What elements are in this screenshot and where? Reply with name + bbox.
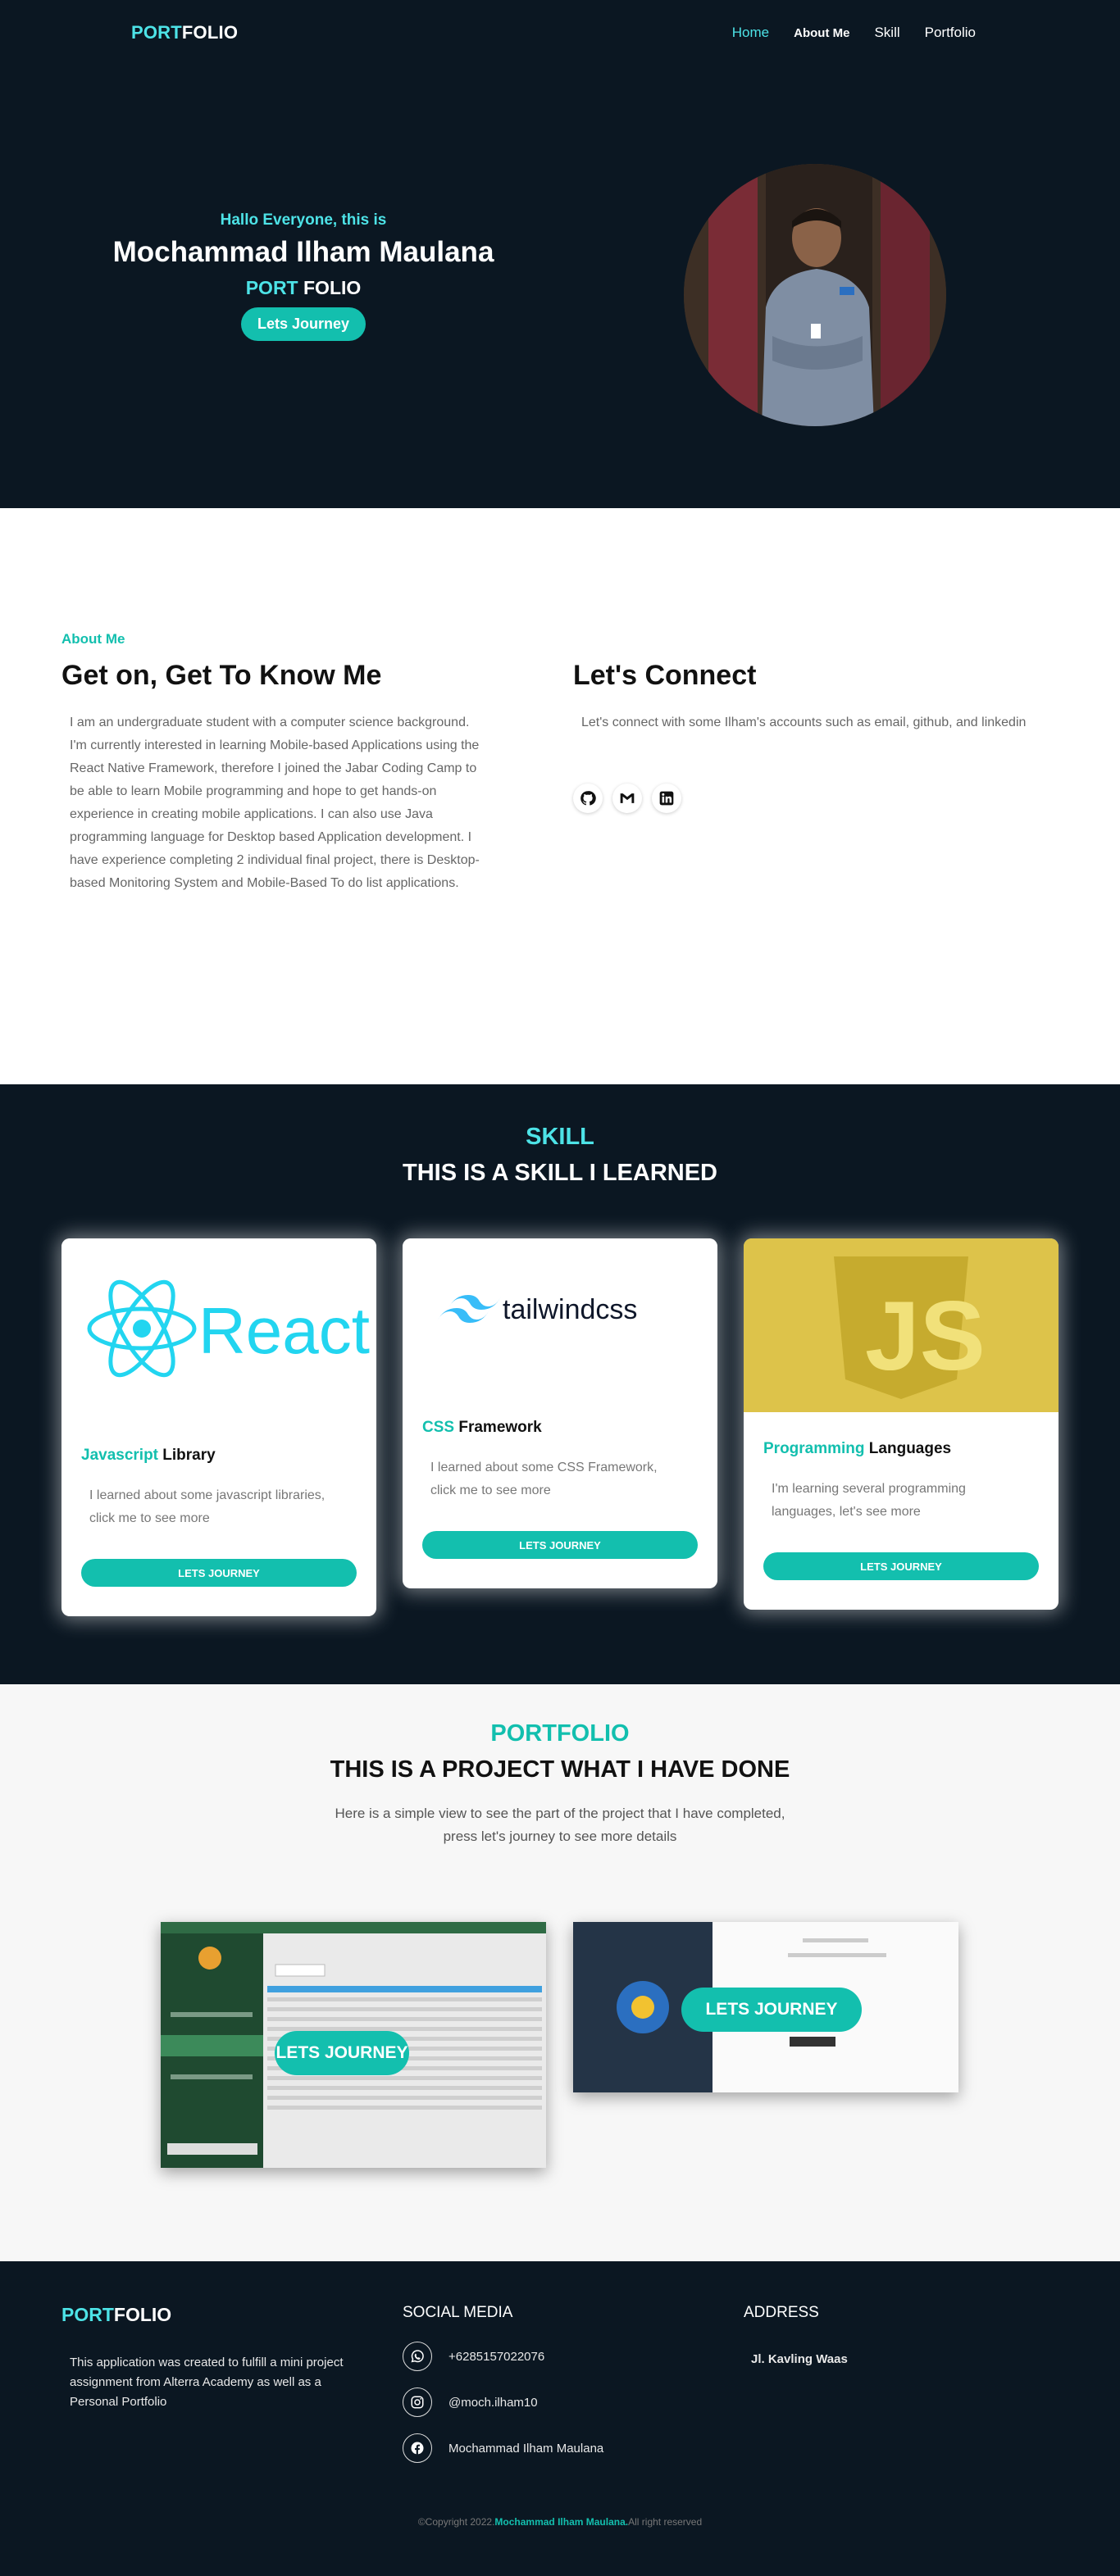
connect-icons: [573, 784, 681, 813]
hero-sub-part2: FOLIO: [303, 277, 362, 298]
skill-card-desc: I learned about some javascript librarie…: [89, 1488, 326, 1525]
skill-tag: SKILL: [526, 1124, 594, 1150]
card-title-accent: Programming: [763, 1440, 865, 1457]
portfolio-desc: Here is a simple view to see the part of…: [335, 1806, 785, 1844]
hero-section: PORTFOLIO Home About Me Skill Portfolio …: [0, 0, 1120, 508]
copyright-name[interactable]: Mochammad Ilham Maulana.: [494, 2516, 628, 2528]
nav-home[interactable]: Home: [732, 25, 769, 41]
skill-card-title: Programming Languages: [763, 1440, 951, 1458]
footer-address-head: ADDRESS: [744, 2304, 819, 2321]
hero-greeting: Hallo Everyone, this is: [220, 211, 387, 229]
hero-text: Hallo Everyone, this is Mochammad Ilham …: [98, 211, 508, 341]
footer-facebook-text: Mochammad Ilham Maulana: [448, 2441, 604, 2456]
whatsapp-icon[interactable]: [403, 2342, 432, 2371]
project-screenshot-mobile[interactable]: LETS JOURNEY: [573, 1922, 958, 2092]
footer-logo-part2: FOLIO: [113, 2304, 172, 2325]
card-title-accent: CSS: [422, 1419, 455, 1436]
nav-skill[interactable]: Skill: [874, 25, 899, 41]
skill-card-title: CSS Framework: [422, 1419, 542, 1437]
navbar: PORTFOLIO Home About Me Skill Portfolio: [0, 0, 1120, 66]
nav-portfolio[interactable]: Portfolio: [925, 25, 976, 41]
footer-facebook[interactable]: Mochammad Ilham Maulana: [403, 2433, 603, 2463]
tailwind-logo: tailwindcss: [403, 1238, 717, 1384]
skill-card-title: Javascript Library: [81, 1447, 216, 1465]
connect-title: Let's Connect: [573, 660, 757, 691]
footer-phone-text: +6285157022076: [448, 2349, 545, 2364]
footer-address: Jl. Kavling Waas: [751, 2352, 848, 2366]
hero-journey-button[interactable]: Lets Journey: [240, 307, 367, 341]
footer-logo[interactable]: PORTFOLIO: [61, 2304, 171, 2326]
skill-title: THIS IS A SKILL I LEARNED: [402, 1160, 717, 1186]
copyright-pre: ©Copyright 2022.: [417, 2516, 495, 2528]
project-screenshot-desktop[interactable]: LETS JOURNEY: [161, 1922, 546, 2168]
skill-card-button[interactable]: LETS JOURNEY: [81, 1559, 357, 1587]
project-journey-button[interactable]: LETS JOURNEY: [275, 2031, 409, 2075]
card-title-rest: Library: [158, 1447, 216, 1464]
portfolio-title: THIS IS A PROJECT WHAT I HAVE DONE: [330, 1756, 790, 1783]
logo-part1: PORT: [131, 22, 182, 43]
footer-social-head: SOCIAL MEDIA: [403, 2304, 513, 2321]
footer-phone[interactable]: +6285157022076: [403, 2342, 544, 2371]
project-journey-button[interactable]: LETS JOURNEY: [681, 1988, 862, 2032]
portfolio-tag: PORTFOLIO: [490, 1720, 630, 1747]
gmail-icon[interactable]: [612, 784, 642, 813]
skill-section: SKILL THIS IS A SKILL I LEARNED React Ja…: [0, 1084, 1120, 1684]
portfolio-section: PORTFOLIO THIS IS A PROJECT WHAT I HAVE …: [0, 1684, 1120, 2261]
hero-sub-part1: PORT: [245, 277, 298, 298]
copyright: ©Copyright 2022.Mochammad Ilham Maulana.…: [0, 2516, 1120, 2528]
javascript-logo: JS: [744, 1238, 1059, 1412]
skill-card-button[interactable]: LETS JOURNEY: [763, 1552, 1039, 1580]
about-text: I am an undergraduate student with a com…: [70, 716, 480, 890]
profile-photo: [684, 164, 946, 426]
nav-about[interactable]: About Me: [794, 25, 849, 41]
react-logo-text: React: [198, 1294, 370, 1367]
skill-card-desc: I'm learning several programming languag…: [772, 1482, 966, 1519]
about-section: About Me Get on, Get To Know Me I am an …: [0, 508, 1120, 1084]
footer-about: This application was created to fulfill …: [70, 2356, 344, 2409]
hero-subtitle: PORT FOLIO: [98, 277, 508, 299]
skill-card-react[interactable]: React Javascript Library I learned about…: [61, 1238, 376, 1616]
skill-card-button[interactable]: LETS JOURNEY: [422, 1531, 698, 1559]
hero-name: Mochammad Ilham Maulana: [112, 236, 494, 268]
about-tag: About Me: [61, 631, 125, 647]
js-logo-text: JS: [865, 1281, 986, 1391]
nav-logo[interactable]: PORTFOLIO: [131, 22, 238, 43]
skill-card-desc: I learned about some CSS Framework, clic…: [430, 1461, 658, 1497]
skill-card-javascript[interactable]: JS Programming Languages I'm learning se…: [744, 1238, 1059, 1610]
footer-instagram-text: @moch.ilham10: [448, 2395, 538, 2410]
footer-instagram[interactable]: @moch.ilham10: [403, 2387, 538, 2417]
facebook-icon[interactable]: [403, 2433, 432, 2463]
card-title-rest: Languages: [864, 1440, 952, 1457]
copyright-post: All right reserved: [628, 2516, 703, 2528]
github-icon[interactable]: [573, 784, 603, 813]
skill-card-tailwind[interactable]: tailwindcss CSS Framework I learned abou…: [403, 1238, 717, 1588]
instagram-icon[interactable]: [403, 2387, 432, 2417]
connect-text: Let's connect with some Ilham's accounts…: [581, 716, 1027, 729]
linkedin-icon[interactable]: [652, 784, 681, 813]
logo-part2: FOLIO: [181, 22, 239, 43]
tailwind-logo-text: tailwindcss: [503, 1294, 637, 1325]
nav-links: Home About Me Skill Portfolio: [732, 25, 976, 41]
footer: PORTFOLIO This application was created t…: [0, 2261, 1120, 2576]
about-title: Get on, Get To Know Me: [61, 660, 382, 691]
react-logo: React: [61, 1238, 376, 1412]
footer-logo-part1: PORT: [61, 2304, 114, 2325]
card-title-rest: Framework: [454, 1419, 542, 1436]
card-title-accent: Javascript: [81, 1447, 159, 1464]
